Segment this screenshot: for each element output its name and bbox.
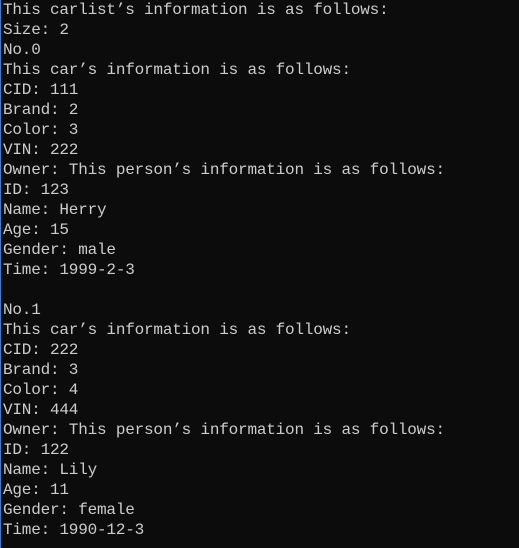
output-line: Age: 15 (3, 221, 69, 239)
console-window[interactable]: This carlist’s information is as follows… (0, 0, 519, 548)
output-line: This car’s information is as follows: (3, 61, 351, 79)
output-line: No.1 (3, 301, 41, 319)
output-line: ID: 122 (3, 441, 69, 459)
output-line: Owner: This person’s information is as f… (3, 161, 445, 179)
output-line: Gender: female (3, 501, 135, 519)
output-line: Name: Herry (3, 201, 107, 219)
console-output: This carlist’s information is as follows… (1, 0, 519, 540)
output-line: Gender: male (3, 241, 116, 259)
output-line: Brand: 3 (3, 361, 79, 379)
output-line: Time: 1999-2-3 (3, 261, 135, 279)
output-line: This car’s information is as follows: (3, 321, 351, 339)
output-line: This carlist’s information is as follows… (3, 1, 389, 19)
output-line: Owner: This person’s information is as f… (3, 421, 445, 439)
output-line: ID: 123 (3, 181, 69, 199)
output-line: Color: 3 (3, 121, 79, 139)
output-line: Color: 4 (3, 381, 79, 399)
output-line: Time: 1990-12-3 (3, 521, 145, 539)
output-line: Name: Lily (3, 461, 98, 479)
output-line: VIN: 444 (3, 401, 79, 419)
output-line: No.0 (3, 41, 41, 59)
output-line: Brand: 2 (3, 101, 79, 119)
output-line: CID: 111 (3, 81, 79, 99)
output-line: VIN: 222 (3, 141, 79, 159)
output-line: CID: 222 (3, 341, 79, 359)
output-line: Age: 11 (3, 481, 69, 499)
output-line: Size: 2 (3, 21, 69, 39)
